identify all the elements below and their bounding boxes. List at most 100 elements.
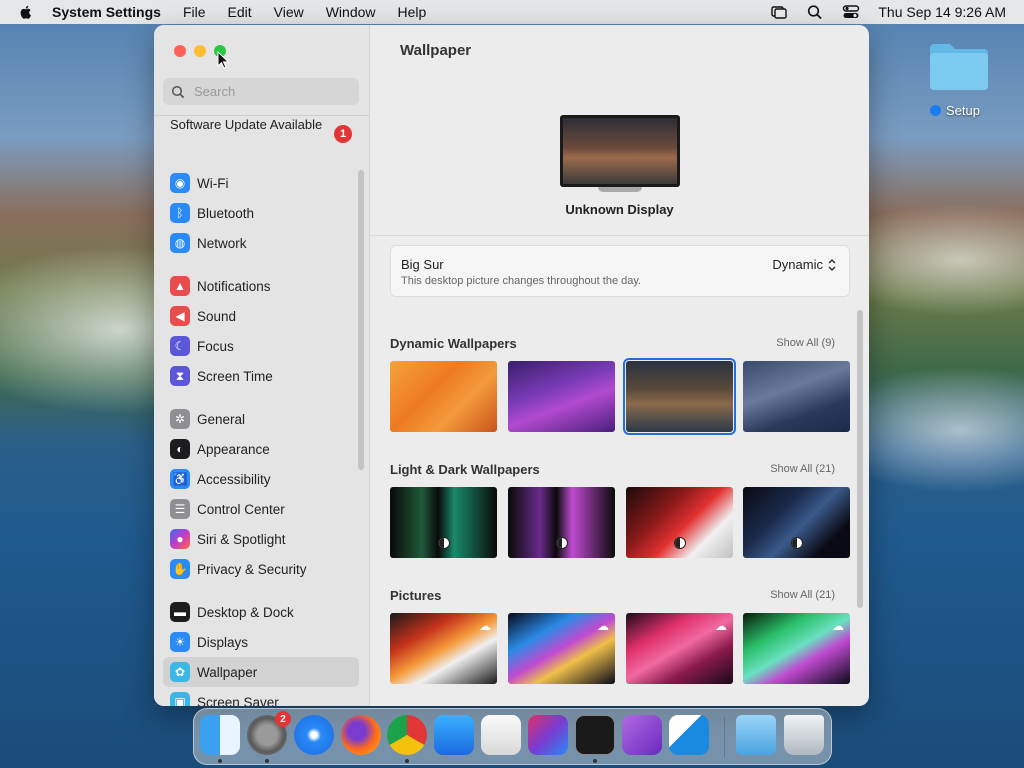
sidebar-item-screen-time[interactable]: ⧗ Screen Time bbox=[163, 361, 359, 391]
current-wallpaper-description: This desktop picture changes throughout … bbox=[401, 275, 642, 287]
screen-saver-icon: ▣ bbox=[170, 692, 190, 706]
wallpaper-thumb[interactable]: ☁ bbox=[626, 613, 733, 684]
monitor-stand bbox=[598, 187, 642, 192]
download-icon[interactable]: ☁ bbox=[715, 619, 727, 633]
sidebar-item-privacy-security[interactable]: ✋ Privacy & Security bbox=[163, 554, 359, 584]
main-scrollbar[interactable] bbox=[857, 310, 863, 608]
sidebar-item-accessibility[interactable]: ♿ Accessibility bbox=[163, 464, 359, 494]
search-icon bbox=[171, 85, 185, 98]
hourglass-icon: ⧗ bbox=[170, 366, 190, 386]
tag-dot-icon bbox=[930, 105, 941, 116]
update-badge: 1 bbox=[334, 125, 352, 143]
sidebar-item-sound[interactable]: ◀ Sound bbox=[163, 301, 359, 331]
sidebar-divider bbox=[154, 115, 369, 116]
wallpaper-thumb[interactable]: ☁ bbox=[390, 613, 497, 684]
running-indicator bbox=[405, 759, 409, 763]
sidebar-item-focus[interactable]: ☾ Focus bbox=[163, 331, 359, 361]
screen-mirroring-icon[interactable] bbox=[770, 4, 788, 20]
section-divider bbox=[370, 235, 869, 236]
software-update-item[interactable]: Software Update Available 1 bbox=[170, 117, 352, 143]
menu-help[interactable]: Help bbox=[398, 4, 427, 20]
monitor-preview bbox=[560, 115, 680, 187]
wallpaper-thumb[interactable] bbox=[743, 487, 850, 558]
menu-clock[interactable]: Thu Sep 14 9:26 AM bbox=[878, 4, 1006, 20]
sidebar-item-wallpaper[interactable]: ✿ Wallpaper bbox=[163, 657, 359, 687]
wallpaper-thumb[interactable] bbox=[390, 487, 497, 558]
wallpaper-thumb[interactable] bbox=[390, 361, 497, 432]
sidebar-scrollbar[interactable] bbox=[358, 170, 364, 470]
menu-app-name[interactable]: System Settings bbox=[52, 4, 161, 20]
light-dark-wallpapers-row bbox=[390, 487, 852, 559]
desktop-folder-icon[interactable] bbox=[928, 40, 990, 92]
hand-icon: ✋ bbox=[170, 559, 190, 579]
control-center-icon[interactable] bbox=[842, 4, 860, 20]
sidebar-item-general[interactable]: ✲ General bbox=[163, 404, 359, 434]
dock-divider bbox=[724, 717, 725, 757]
sidebar-item-label: Bluetooth bbox=[197, 205, 255, 221]
sidebar-item-bluetooth[interactable]: ᛒ Bluetooth bbox=[163, 198, 359, 228]
menu-view[interactable]: View bbox=[274, 4, 304, 20]
running-indicator bbox=[593, 759, 597, 763]
sidebar-item-control-center[interactable]: ☰ Control Center bbox=[163, 494, 359, 524]
dock-finder-icon[interactable] bbox=[200, 715, 240, 755]
menu-edit[interactable]: Edit bbox=[228, 4, 252, 20]
dock-activity-monitor-icon[interactable] bbox=[575, 715, 615, 755]
search-field[interactable] bbox=[163, 78, 359, 105]
download-icon[interactable]: ☁ bbox=[832, 619, 844, 633]
wallpaper-thumb[interactable]: ☁ bbox=[508, 613, 615, 684]
dock-safari-icon[interactable] bbox=[294, 715, 334, 755]
pictures-row: ☁ ☁ ☁ ☁ bbox=[390, 613, 852, 685]
wallpaper-thumb[interactable]: ☁ bbox=[743, 613, 850, 684]
sidebar-item-screen-saver[interactable]: ▣ Screen Saver bbox=[163, 687, 359, 706]
dynamic-wallpapers-row bbox=[390, 358, 852, 435]
dock-firefox-icon[interactable] bbox=[341, 715, 381, 755]
sidebar-item-appearance[interactable]: ◐ Appearance bbox=[163, 434, 359, 464]
dock-textedit-icon[interactable] bbox=[481, 715, 521, 755]
monitor-screen bbox=[563, 118, 677, 184]
globe-icon: ◍ bbox=[170, 233, 190, 253]
show-all-button[interactable]: Show All (9) bbox=[776, 337, 835, 349]
section-title: Light & Dark Wallpapers bbox=[390, 462, 540, 477]
menu-window[interactable]: Window bbox=[326, 4, 376, 20]
sidebar-item-label: Wallpaper bbox=[197, 664, 258, 680]
search-input[interactable] bbox=[192, 83, 346, 100]
wallpaper-thumb[interactable] bbox=[626, 487, 733, 558]
dock-shortcuts-icon[interactable] bbox=[528, 715, 568, 755]
wallpaper-thumb-selected[interactable] bbox=[623, 358, 736, 435]
show-all-button[interactable]: Show All (21) bbox=[770, 589, 835, 601]
apple-menu-icon[interactable] bbox=[18, 4, 34, 20]
show-all-button[interactable]: Show All (21) bbox=[770, 463, 835, 475]
moon-icon: ☾ bbox=[170, 336, 190, 356]
dock-trash-icon[interactable] bbox=[784, 715, 824, 755]
sidebar-item-siri-spotlight[interactable]: ● Siri & Spotlight bbox=[163, 524, 359, 554]
bell-icon: ▲ bbox=[170, 276, 190, 296]
sidebar-item-notifications[interactable]: ▲ Notifications bbox=[163, 271, 359, 301]
spotlight-search-icon[interactable] bbox=[806, 4, 824, 20]
dock-visual-studio-icon[interactable] bbox=[622, 715, 662, 755]
close-button[interactable] bbox=[174, 45, 186, 57]
sidebar-item-wifi[interactable]: ◉ Wi-Fi bbox=[163, 168, 359, 198]
dock-vscode-icon[interactable] bbox=[669, 715, 709, 755]
dock-chrome-icon[interactable] bbox=[387, 715, 427, 755]
download-icon[interactable]: ☁ bbox=[597, 619, 609, 633]
wallpaper-mode-select[interactable]: Dynamic bbox=[772, 257, 837, 272]
sidebar-item-desktop-dock[interactable]: ▬ Desktop & Dock bbox=[163, 597, 359, 627]
page-title: Wallpaper bbox=[400, 42, 472, 59]
dock-app-store-icon[interactable] bbox=[434, 715, 474, 755]
updown-chevron-icon bbox=[828, 258, 836, 271]
menu-file[interactable]: File bbox=[183, 4, 206, 20]
minimize-button[interactable] bbox=[194, 45, 206, 57]
wallpaper-thumb[interactable] bbox=[508, 487, 615, 558]
desktop-folder-label[interactable]: Setup bbox=[930, 103, 980, 118]
display-name: Unknown Display bbox=[565, 202, 674, 217]
section-header-pictures: Pictures Show All (21) bbox=[390, 586, 835, 606]
section-header-dynamic: Dynamic Wallpapers Show All (9) bbox=[390, 334, 835, 354]
wallpaper-thumb[interactable] bbox=[743, 361, 850, 432]
wallpaper-thumb[interactable] bbox=[508, 361, 615, 432]
sidebar-item-displays[interactable]: ☀ Displays bbox=[163, 627, 359, 657]
desktop-folder-name: Setup bbox=[946, 103, 980, 118]
sidebar-item-network[interactable]: ◍ Network bbox=[163, 228, 359, 258]
dock-downloads-folder-icon[interactable] bbox=[736, 715, 776, 755]
download-icon[interactable]: ☁ bbox=[479, 619, 491, 633]
appearance-icon: ◐ bbox=[170, 439, 190, 459]
